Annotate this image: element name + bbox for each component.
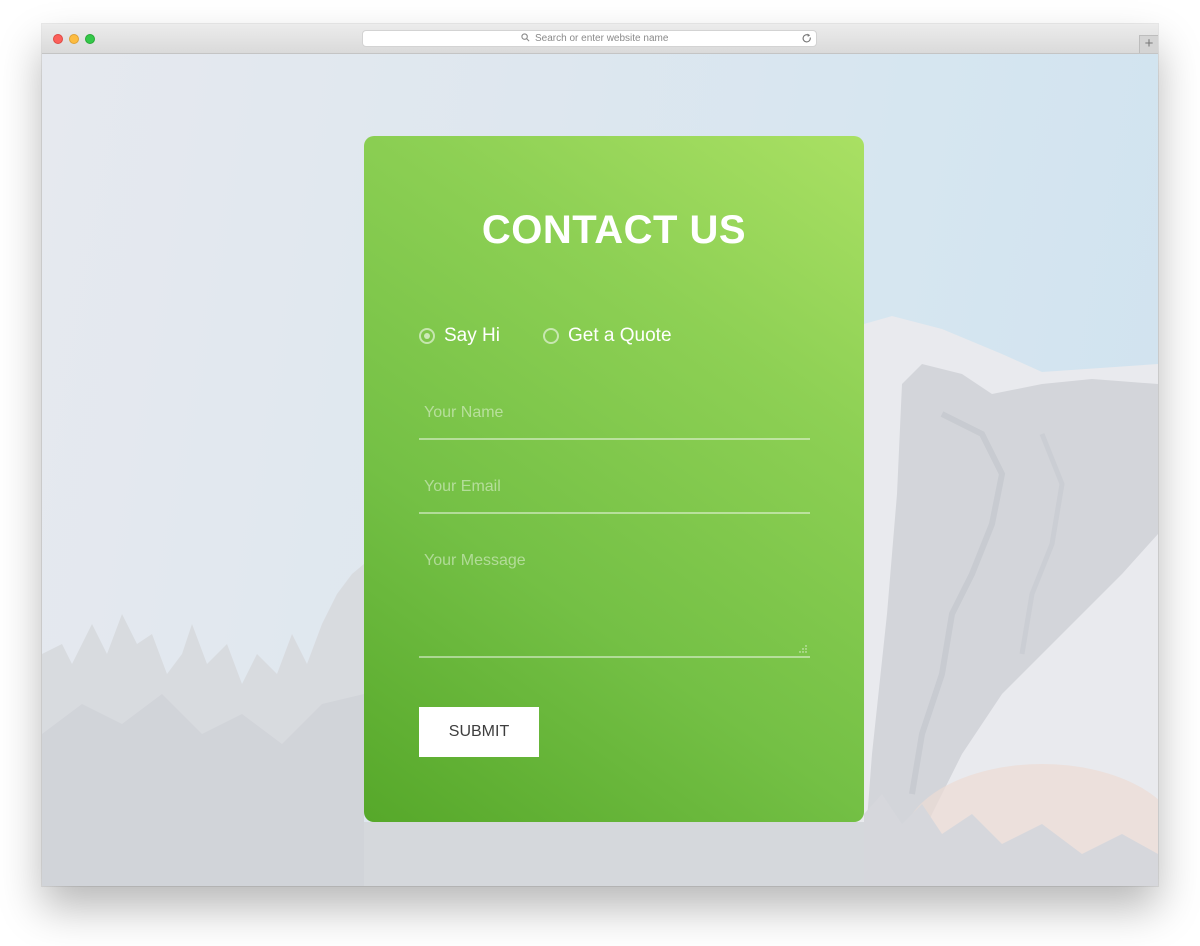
form-title: CONTACT US [481, 208, 747, 252]
address-placeholder: Search or enter website name [535, 33, 669, 44]
radio-say-hi-label[interactable]: Say Hi [444, 325, 500, 347]
email-placeholder: Your Email [424, 478, 501, 495]
radio-get-a-quote[interactable]: Get a Quote [543, 325, 672, 347]
submit-button[interactable]: SUBMIT [419, 707, 539, 757]
radio-get-a-quote-label[interactable]: Get a Quote [568, 325, 672, 347]
message-textarea[interactable]: Your Message [419, 538, 810, 658]
name-placeholder: Your Name [424, 404, 504, 421]
address-bar[interactable]: Search or enter website name [362, 30, 817, 47]
resize-handle-icon[interactable] [799, 645, 807, 653]
message-placeholder: Your Message [424, 552, 526, 569]
browser-titlebar: Search or enter website name + [42, 24, 1158, 54]
browser-window: Search or enter website name + CONTACT U… [42, 24, 1158, 886]
page-viewport: CONTACT US Say Hi Get a Quote Your Name … [42, 54, 1158, 886]
name-field[interactable]: Your Name [419, 390, 810, 440]
radio-button-circle[interactable] [543, 328, 559, 344]
radio-say-hi[interactable]: Say Hi [419, 325, 500, 347]
minimize-window-button[interactable] [69, 34, 79, 44]
email-field[interactable]: Your Email [419, 464, 810, 514]
close-window-button[interactable] [53, 34, 63, 44]
reload-icon[interactable] [802, 33, 812, 44]
radio-button-circle[interactable] [419, 328, 435, 344]
new-tab-button[interactable]: + [1139, 35, 1158, 53]
search-icon [521, 33, 530, 42]
maximize-window-button[interactable] [85, 34, 95, 44]
contact-form-card: CONTACT US Say Hi Get a Quote Your Name … [364, 136, 864, 822]
radio-selected-dot [424, 333, 430, 339]
